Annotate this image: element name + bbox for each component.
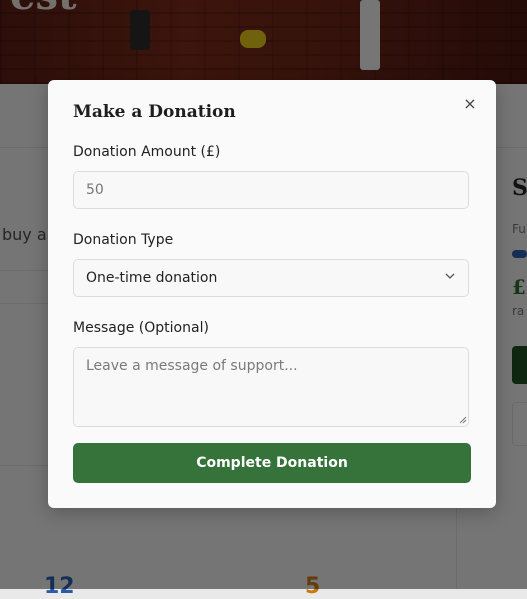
- close-icon[interactable]: ×: [461, 95, 479, 113]
- message-label: Message (Optional): [73, 320, 209, 336]
- modal-title: Make a Donation: [73, 102, 236, 122]
- donation-type-value: One-time donation: [86, 270, 218, 286]
- message-textarea[interactable]: [73, 347, 469, 427]
- complete-donation-button[interactable]: Complete Donation: [73, 443, 471, 483]
- resize-grip-icon[interactable]: [459, 416, 467, 424]
- chevron-down-icon: [445, 273, 455, 279]
- donation-type-label: Donation Type: [73, 232, 174, 248]
- amount-input[interactable]: [73, 171, 469, 209]
- donation-modal: Make a Donation × Donation Amount (£) Do…: [48, 80, 496, 508]
- donation-type-select[interactable]: One-time donation: [73, 259, 469, 297]
- amount-label: Donation Amount (£): [73, 144, 221, 160]
